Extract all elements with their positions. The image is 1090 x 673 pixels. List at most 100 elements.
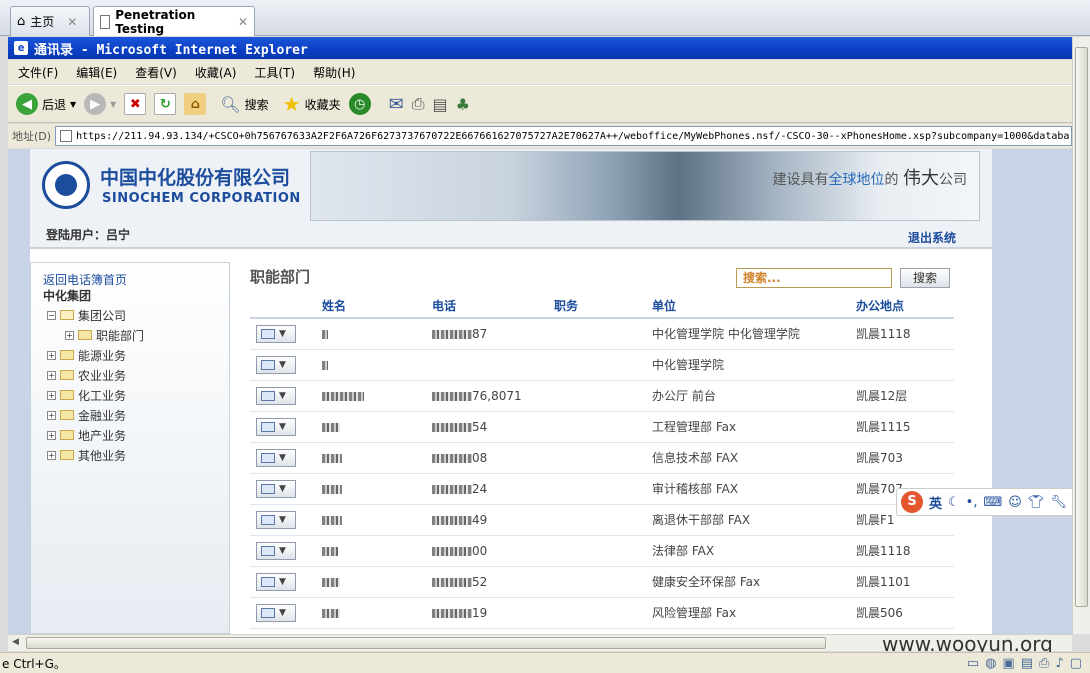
shirt-icon[interactable]: 👕︎ (1028, 495, 1045, 510)
close-icon[interactable]: ✕ (238, 15, 248, 29)
monitor-icon: ▣ (1002, 655, 1015, 671)
contact-card-menu[interactable]: ▼ (256, 541, 296, 560)
tab-penetration-label: Penetration Testing (115, 7, 196, 36)
phone-cell: 00 (432, 535, 554, 567)
contact-card-menu[interactable]: ▼ (256, 417, 296, 436)
folder-icon (60, 350, 74, 360)
menu-file[interactable]: 文件(F) (18, 64, 58, 81)
history-icon[interactable]: ◷ (348, 93, 371, 115)
collapse-icon[interactable]: − (47, 310, 56, 320)
moon-icon[interactable]: ☾ (948, 495, 960, 510)
redacted-phone (432, 453, 472, 463)
hscroll-thumb[interactable] (26, 637, 826, 649)
print-icon[interactable]: ⎙ (412, 94, 425, 114)
mail-icon[interactable]: ✉ (389, 94, 404, 115)
title-cell (554, 411, 652, 443)
row-actions: ▼ (250, 442, 322, 474)
back-label: 后退 (42, 97, 67, 112)
favorites-button[interactable]: ★ 收藏夹 (283, 92, 341, 116)
contact-card-icon (261, 359, 275, 370)
contact-card-menu[interactable]: ▼ (256, 386, 296, 405)
tree-node-label: 地产业务 (78, 428, 127, 443)
ime-toolbar[interactable]: S 英 ☾ •, ⌨ ☺ 👕︎ 🔧︎ (896, 488, 1080, 516)
search-button[interactable]: 🔍︎ 搜索 (220, 95, 268, 114)
contact-card-icon (261, 390, 275, 401)
expand-icon[interactable]: + (47, 370, 56, 380)
menu-edit[interactable]: 编辑(E) (76, 64, 117, 81)
sinochem-logo-icon (42, 161, 90, 209)
search-input[interactable]: 搜索... (736, 268, 892, 288)
tree-node-agriculture[interactable]: + 农业业务 (43, 365, 229, 385)
window-title: 通讯录 - Microsoft Internet Explorer (34, 42, 308, 58)
url-input[interactable]: https://211.94.93.134/+CSCO+0h756767633A… (55, 126, 1072, 146)
row-actions: ▼ (250, 473, 322, 505)
expand-icon[interactable]: + (47, 350, 56, 360)
row-actions: ▼ (250, 380, 322, 412)
phone-cell: 52 (432, 566, 554, 598)
menu-view[interactable]: 查看(V) (135, 64, 177, 81)
contact-card-menu[interactable]: ▼ (256, 479, 296, 498)
vertical-scrollbar[interactable] (1072, 37, 1090, 634)
back-arrow-icon: ◀ (16, 93, 38, 115)
unit-cell: 信息技术部 FAX (652, 442, 856, 474)
toolbar: ◀ 后退 ▼ ▶ ▼ ✖ ↻ ⌂ 🔍︎ 搜索 ★ 收藏夹 ◷ ✉ ⎙ ▤ ♣ (8, 85, 1072, 123)
tree-node-chemical[interactable]: + 化工业务 (43, 385, 229, 405)
unit-cell: 中化管理学院 中化管理学院 (652, 318, 856, 350)
contact-card-menu[interactable]: ▼ (256, 510, 296, 529)
keyboard-icon[interactable]: ⌨ (983, 495, 1002, 510)
stop-icon[interactable]: ✖ (124, 93, 147, 115)
menu-favorites[interactable]: 收藏(A) (195, 64, 237, 81)
contact-card-menu[interactable]: ▼ (256, 355, 296, 374)
contact-card-menu[interactable]: ▼ (256, 603, 296, 622)
vscroll-thumb[interactable] (1075, 47, 1088, 607)
dropdown-arrow-icon[interactable]: ▼ (110, 100, 116, 109)
expand-icon[interactable]: + (65, 330, 74, 340)
close-icon[interactable]: ✕ (67, 15, 77, 29)
title-cell (554, 442, 652, 474)
slogan-highlight: 全球地位 (828, 172, 885, 188)
folder-open-icon (60, 310, 74, 320)
back-home-link[interactable]: 返回电话簿首页 (43, 271, 229, 287)
contact-card-menu[interactable]: ▼ (256, 324, 296, 343)
messenger-icon[interactable]: ♣ (456, 95, 470, 114)
dropdown-arrow-icon: ▼ (279, 483, 286, 494)
menu-tools[interactable]: 工具(T) (254, 64, 295, 81)
tree-node-other[interactable]: + 其他业务 (43, 445, 229, 465)
home-icon[interactable]: ⌂ (184, 93, 207, 115)
phone-cell: 19 (432, 597, 554, 629)
tab-home[interactable]: ⌂ 主页 ✕ (10, 6, 90, 36)
ime-lang[interactable]: 英 (929, 493, 942, 512)
forward-button[interactable]: ▶ ▼ (84, 93, 116, 115)
punctuation-icon[interactable]: •, (966, 495, 978, 510)
phone-tail: 19 (472, 605, 488, 620)
user-icon[interactable]: ☺ (1008, 495, 1022, 510)
dropdown-arrow-icon[interactable]: ▼ (70, 100, 76, 109)
expand-icon[interactable]: + (47, 430, 56, 440)
disk-icon: ▤ (1020, 655, 1033, 671)
unit-cell: 健康安全环保部 Fax (652, 566, 856, 598)
contact-card-menu[interactable]: ▼ (256, 572, 296, 591)
expand-icon[interactable]: + (47, 410, 56, 420)
back-button[interactable]: ◀ 后退 ▼ (16, 93, 76, 115)
menu-help[interactable]: 帮助(H) (313, 64, 355, 81)
home-icon: ⌂ (17, 14, 26, 29)
logout-link[interactable]: 退出系统 (908, 229, 956, 246)
search-button[interactable]: 搜索 (900, 268, 950, 288)
folder-icon (60, 390, 74, 400)
scroll-left-icon[interactable]: ◀ (12, 637, 19, 647)
tab-penetration-testing[interactable]: Penetration Testing ✕ (93, 6, 255, 36)
redacted-name (322, 453, 342, 463)
expand-icon[interactable]: + (47, 390, 56, 400)
contact-card-menu[interactable]: ▼ (256, 448, 296, 467)
unit-cell: 审计稽核部 FAX (652, 473, 856, 505)
tree-node-functional-depts[interactable]: + 职能部门 (43, 325, 229, 345)
tree-node-group-company[interactable]: − 集团公司 (43, 305, 229, 325)
tree-node-energy[interactable]: + 能源业务 (43, 345, 229, 365)
tree-node-finance[interactable]: + 金融业务 (43, 405, 229, 425)
tree-node-real-estate[interactable]: + 地产业务 (43, 425, 229, 445)
edit-icon[interactable]: ▤ (433, 95, 448, 114)
expand-icon[interactable]: + (47, 450, 56, 460)
wrench-icon[interactable]: 🔧︎ (1050, 495, 1067, 510)
title-cell (554, 349, 652, 381)
refresh-icon[interactable]: ↻ (154, 93, 177, 115)
